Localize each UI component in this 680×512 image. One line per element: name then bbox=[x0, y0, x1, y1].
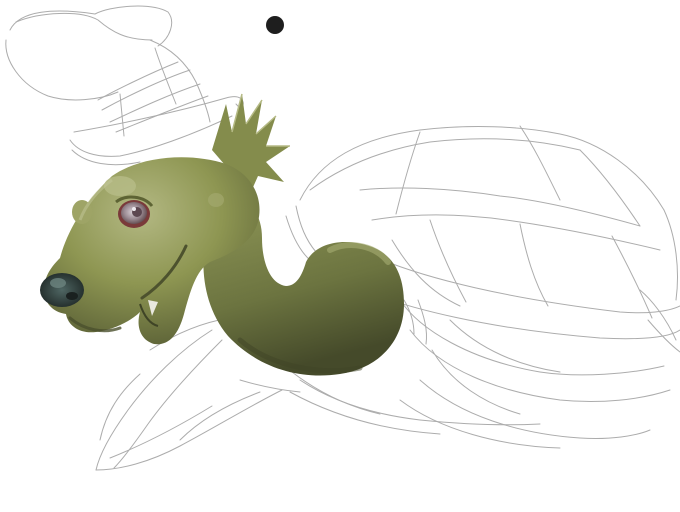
nose bbox=[40, 273, 84, 307]
painted-creature bbox=[40, 93, 404, 376]
artwork bbox=[5, 5, 680, 471]
brush-dot-icon bbox=[266, 16, 284, 34]
drawing-canvas[interactable] bbox=[0, 0, 680, 512]
